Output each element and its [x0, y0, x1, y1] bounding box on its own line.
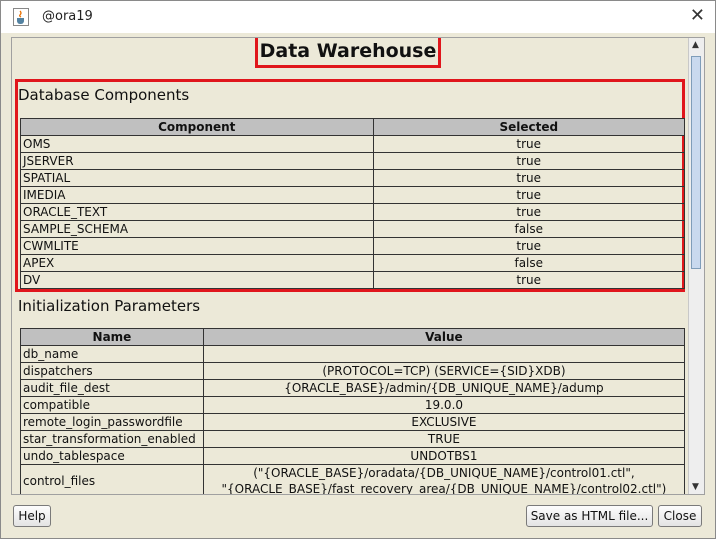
component-selected: true	[372, 203, 685, 221]
param-name: dispatchers	[20, 362, 204, 380]
close-icon[interactable]: ✕	[690, 5, 705, 26]
param-value: TRUE	[202, 430, 686, 448]
component-name: JSERVER	[20, 152, 374, 170]
table-row: dispatchers (PROTOCOL=TCP) (SERVICE={SID}…	[20, 362, 686, 380]
table-row: undo_tablespace UNDOTBS1	[20, 447, 686, 465]
scroll-up-arrow-icon[interactable]: ▲	[692, 40, 699, 50]
component-selected: true	[372, 237, 685, 255]
table-row: audit_file_dest {ORACLE_BASE}/admin/{DB_U…	[20, 379, 686, 397]
vertical-scrollbar[interactable]: ▲ ▼	[688, 38, 704, 494]
component-name: DV	[20, 271, 374, 289]
summary-dialog: @ora19 ✕ Data Warehouse Database Compone…	[0, 0, 716, 539]
parameters-section-title: Initialization Parameters	[18, 297, 201, 315]
param-name: db_name	[20, 345, 204, 363]
component-selected: true	[372, 271, 685, 289]
param-name: undo_tablespace	[20, 447, 204, 465]
table-row: JSERVER true	[20, 152, 685, 170]
component-name: ORACLE_TEXT	[20, 203, 374, 221]
component-name: IMEDIA	[20, 186, 374, 204]
component-selected: false	[372, 254, 685, 272]
components-table: Component Selected OMS true JSERVER true S…	[20, 118, 685, 289]
param-value: ("{ORACLE_BASE}/oradata/{DB_UNIQUE_NAME}…	[202, 464, 686, 494]
title-bar: @ora19 ✕	[1, 1, 715, 33]
column-header-value: Value	[202, 328, 686, 346]
save-html-button[interactable]: Save as HTML file...	[526, 505, 653, 527]
table-row: star_transformation_enabled TRUE	[20, 430, 686, 448]
component-selected: true	[372, 152, 685, 170]
component-selected: true	[372, 169, 685, 187]
components-section-title: Database Components	[18, 86, 190, 104]
component-selected: false	[372, 220, 685, 238]
table-row: SAMPLE_SCHEMA false	[20, 220, 685, 238]
table-row: control_files ("{ORACLE_BASE}/oradata/{DB…	[20, 464, 686, 494]
column-header-selected: Selected	[372, 118, 685, 136]
help-button[interactable]: Help	[13, 505, 51, 527]
scrollbar-thumb[interactable]	[691, 56, 701, 269]
report-content: Data Warehouse Database Components Compo…	[12, 38, 688, 494]
table-row: CWMLITE true	[20, 237, 685, 255]
table-row: SPATIAL true	[20, 169, 685, 187]
table-row: ORACLE_TEXT true	[20, 203, 685, 221]
table-row: remote_login_passwordfile EXCLUSIVE	[20, 413, 686, 431]
close-button[interactable]: Close	[658, 505, 702, 527]
param-value: {ORACLE_BASE}/admin/{DB_UNIQUE_NAME}/adu…	[202, 379, 686, 397]
param-value: EXCLUSIVE	[202, 413, 686, 431]
table-row: DV true	[20, 271, 685, 289]
component-name: SPATIAL	[20, 169, 374, 187]
table-row: APEX false	[20, 254, 685, 272]
parameters-table: Name Value db_name dispatchers (PROTOCOL=…	[20, 328, 686, 494]
param-value: 19.0.0	[202, 396, 686, 414]
scroll-down-arrow-icon[interactable]: ▼	[692, 482, 699, 492]
param-value: UNDOTBS1	[202, 447, 686, 465]
component-name: SAMPLE_SCHEMA	[20, 220, 374, 238]
report-scroll-pane[interactable]: Data Warehouse Database Components Compo…	[11, 37, 705, 495]
java-cup-icon	[13, 8, 29, 26]
param-name: audit_file_dest	[20, 379, 204, 397]
table-row: IMEDIA true	[20, 186, 685, 204]
component-name: APEX	[20, 254, 374, 272]
component-name: CWMLITE	[20, 237, 374, 255]
component-selected: true	[372, 135, 685, 153]
table-row: OMS true	[20, 135, 685, 153]
param-value	[202, 345, 686, 363]
page-heading: Data Warehouse	[255, 38, 441, 68]
param-name: remote_login_passwordfile	[20, 413, 204, 431]
param-name: compatible	[20, 396, 204, 414]
component-selected: true	[372, 186, 685, 204]
param-name: control_files	[20, 464, 204, 494]
param-name: star_transformation_enabled	[20, 430, 204, 448]
table-row: compatible 19.0.0	[20, 396, 686, 414]
table-row: db_name	[20, 345, 686, 363]
param-value: (PROTOCOL=TCP) (SERVICE={SID}XDB)	[202, 362, 686, 380]
component-name: OMS	[20, 135, 374, 153]
column-header-component: Component	[20, 118, 374, 136]
window-title: @ora19	[42, 9, 93, 24]
column-header-name: Name	[20, 328, 204, 346]
